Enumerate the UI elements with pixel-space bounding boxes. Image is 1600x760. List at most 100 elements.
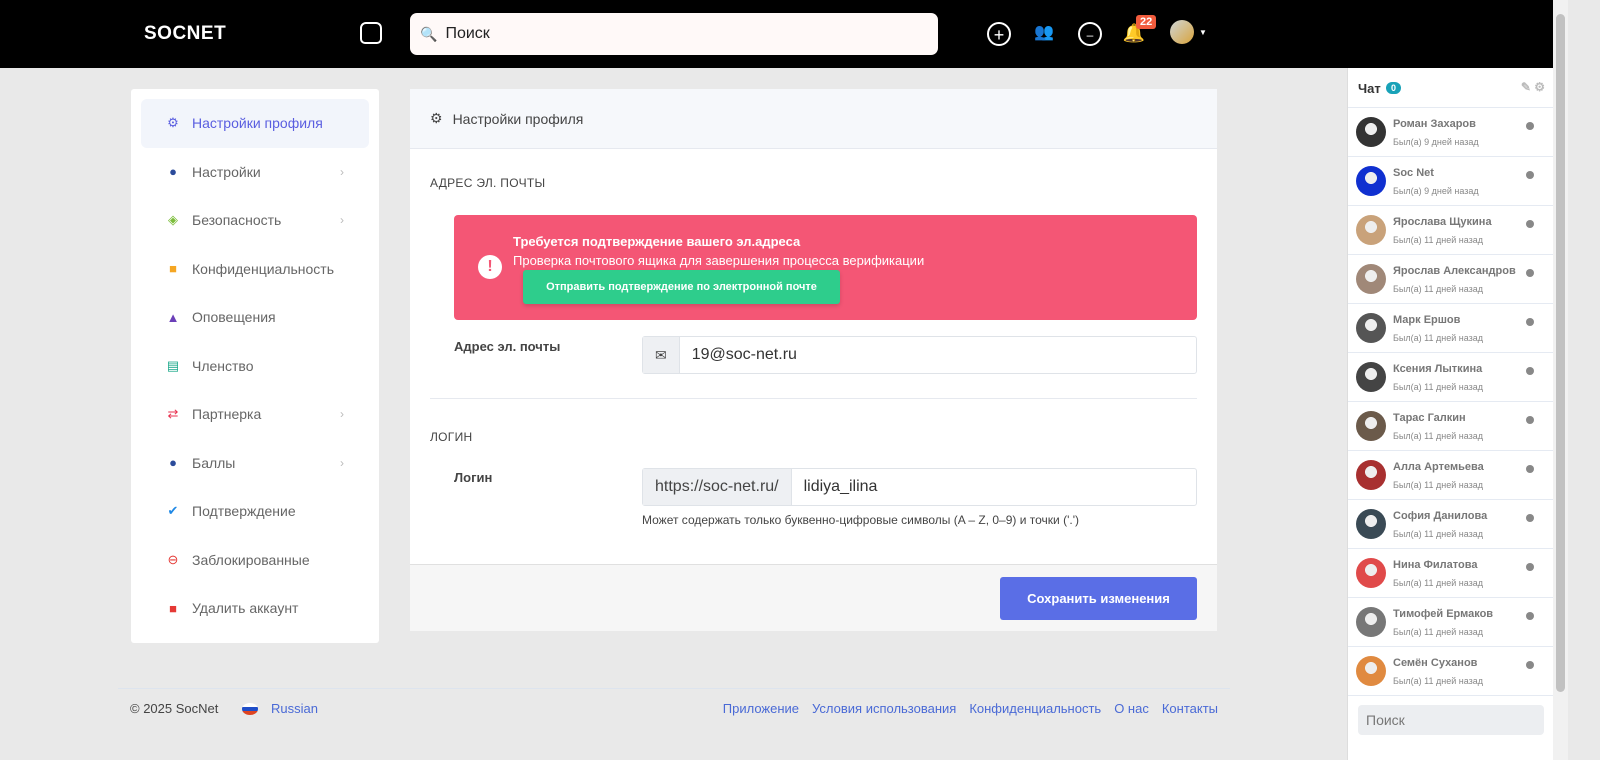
search-input[interactable]: 🔍 Поиск	[410, 13, 938, 55]
contact-name: Роман Захаров	[1393, 118, 1476, 130]
language-link[interactable]: Russian	[271, 701, 318, 716]
sidebar-item[interactable]: ⇄ Партнерка ›	[141, 390, 369, 439]
contact-name: Ксения Лыткина	[1393, 363, 1483, 375]
contact-name: Алла Артемьева	[1393, 461, 1484, 473]
offline-dot-icon	[1526, 122, 1534, 130]
sidebar-item[interactable]: ▲ Оповещения	[141, 293, 369, 342]
contact-status: Был(а) 11 дней назад	[1393, 627, 1483, 637]
chat-contact[interactable]: Тарас Галкин Был(а) 11 дней назад	[1348, 402, 1553, 451]
sidebar-item[interactable]: ● Баллы ›	[141, 439, 369, 488]
divider	[430, 398, 1197, 399]
exchange-icon: ⇄	[167, 406, 179, 422]
sidebar-item[interactable]: ◈ Безопасность ›	[141, 196, 369, 245]
chat-contact[interactable]: Роман Захаров Был(а) 9 дней назад	[1348, 108, 1553, 157]
email-section-title: АДРЕС ЭЛ. ПОЧТЫ	[430, 176, 546, 190]
top-navbar: SOCNET 🔍 Поиск + 👥 – 🔔 22 ▼	[0, 0, 1553, 68]
sidebar-item-label: Подтверждение	[192, 503, 296, 520]
sidebar-item-label: Настройки профиля	[192, 115, 323, 132]
chat-contact[interactable]: София Данилова Был(а) 11 дней назад	[1348, 500, 1553, 549]
contact-name: Тимофей Ермаков	[1393, 608, 1494, 620]
contact-name: Ярослав Александров	[1393, 265, 1516, 277]
chat-contact[interactable]: Ярослава Щукина Был(а) 11 дней назад	[1348, 206, 1553, 255]
footer-link[interactable]: О нас	[1114, 701, 1149, 716]
chat-contact[interactable]: Нина Филатова Был(а) 11 дней назад	[1348, 549, 1553, 598]
contact-avatar	[1356, 264, 1386, 294]
sidebar-item[interactable]: ■ Удалить аккаунт	[141, 584, 369, 633]
alert-text: Проверка почтового ящика для завершения …	[513, 253, 925, 268]
chat-contact[interactable]: Тимофей Ермаков Был(а) 11 дней назад	[1348, 598, 1553, 647]
footer-link[interactable]: Условия использования	[812, 701, 956, 716]
bell-icon: ▲	[166, 309, 180, 325]
chevron-down-icon[interactable]: ▼	[1199, 28, 1207, 37]
login-field[interactable]: https://soc-net.ru/lidiya_ilina	[642, 468, 1197, 506]
contact-status: Был(а) 11 дней назад	[1393, 431, 1483, 441]
offline-dot-icon	[1526, 269, 1534, 277]
notification-badge: 22	[1136, 15, 1157, 29]
email-value: 19@soc-net.ru	[691, 346, 797, 363]
offline-dot-icon	[1526, 171, 1534, 179]
russia-flag-icon	[242, 703, 258, 715]
trash-icon: ■	[169, 600, 177, 616]
card-icon: ▤	[166, 357, 180, 373]
chat-panel: Чат 0 ✎ ⚙ Роман Захаров Был(а) 9 дней назад…	[1347, 68, 1553, 760]
contact-avatar	[1356, 656, 1386, 686]
sidebar-item[interactable]: ⚙ Настройки профиля	[141, 99, 369, 148]
card-header: ⚙ Настройки профиля	[410, 89, 1217, 149]
offline-dot-icon	[1526, 661, 1534, 669]
contact-name: Soc Net	[1393, 167, 1434, 179]
home-icon[interactable]	[360, 22, 382, 44]
contact-status: Был(а) 9 дней назад	[1393, 186, 1479, 196]
logo[interactable]: SOCNET	[144, 23, 226, 45]
contact-name: Ярослава Щукина	[1393, 216, 1492, 228]
login-help-text: Может содержать только буквенно-цифровые…	[642, 513, 1079, 527]
sidebar-item[interactable]: ⊖ Заблокированные	[141, 536, 369, 585]
offline-dot-icon	[1526, 514, 1534, 522]
chat-header: Чат 0 ✎ ⚙	[1348, 68, 1553, 108]
sidebar-item[interactable]: ▤ Членство	[141, 342, 369, 391]
footer: © 2025 SocNet Russian Приложение Условия …	[118, 688, 1230, 728]
contact-name: Тарас Галкин	[1393, 412, 1466, 424]
contact-avatar	[1356, 509, 1386, 539]
minus-circle-icon: ⊖	[167, 551, 179, 567]
save-button[interactable]: Сохранить изменения	[1000, 577, 1197, 620]
chat-contact[interactable]: Марк Ершов Был(а) 11 дней назад	[1348, 304, 1553, 353]
offline-dot-icon	[1526, 367, 1534, 375]
sidebar-item-label: Безопасность	[192, 212, 282, 229]
chat-contact[interactable]: Soc Net Был(а) 9 дней назад	[1348, 157, 1553, 206]
sidebar-item[interactable]: ✔ Подтверждение	[141, 487, 369, 536]
chat-contact[interactable]: Алла Артемьева Был(а) 11 дней назад	[1348, 451, 1553, 500]
sidebar-item[interactable]: ■ Конфиденциальность	[141, 245, 369, 294]
contact-status: Был(а) 11 дней назад	[1393, 333, 1483, 343]
chat-search-input[interactable]: Поиск	[1358, 705, 1544, 735]
gear-icon: ⚙	[430, 110, 443, 126]
chat-contact[interactable]: Ксения Лыткина Был(а) 11 дней назад	[1348, 353, 1553, 402]
sidebar-item-label: Заблокированные	[192, 551, 310, 568]
contact-status: Был(а) 11 дней назад	[1393, 529, 1483, 539]
login-prefix: https://soc-net.ru/	[643, 469, 792, 505]
user-avatar[interactable]	[1170, 20, 1194, 44]
card-title: Настройки профиля	[452, 110, 584, 127]
login-section-title: ЛОГИН	[430, 430, 473, 444]
friends-icon[interactable]: 👥	[1032, 22, 1056, 46]
scrollbar[interactable]	[1553, 0, 1568, 760]
scrollbar-thumb[interactable]	[1556, 14, 1565, 692]
chat-contact[interactable]: Ярослав Александров Был(а) 11 дней назад	[1348, 255, 1553, 304]
footer-link[interactable]: Конфиденциальность	[969, 701, 1101, 716]
sidebar-item[interactable]: ● Настройки ›	[141, 148, 369, 197]
login-value: lidiya_ilina	[803, 478, 878, 495]
messages-icon[interactable]: –	[1078, 22, 1102, 46]
email-field[interactable]: ✉ 19@soc-net.ru	[642, 336, 1197, 374]
chat-title: Чат	[1358, 81, 1381, 96]
edit-settings-icon[interactable]: ✎ ⚙	[1521, 80, 1545, 94]
login-label: Логин	[454, 470, 493, 485]
chat-contact[interactable]: Семён Суханов Был(а) 11 дней назад	[1348, 647, 1553, 696]
send-verification-button[interactable]: Отправить подтверждение по электронной п…	[523, 270, 840, 304]
footer-link[interactable]: Приложение	[723, 701, 799, 716]
sidebar-item-label: Удалить аккаунт	[192, 600, 299, 617]
contact-avatar	[1356, 166, 1386, 196]
sidebar-item-label: Баллы	[192, 454, 236, 471]
profile-settings-card: ⚙ Настройки профиля АДРЕС ЭЛ. ПОЧТЫ ! Тре…	[410, 89, 1217, 631]
create-post-icon[interactable]: +	[987, 22, 1011, 46]
offline-dot-icon	[1526, 416, 1534, 424]
footer-link[interactable]: Контакты	[1162, 701, 1218, 716]
